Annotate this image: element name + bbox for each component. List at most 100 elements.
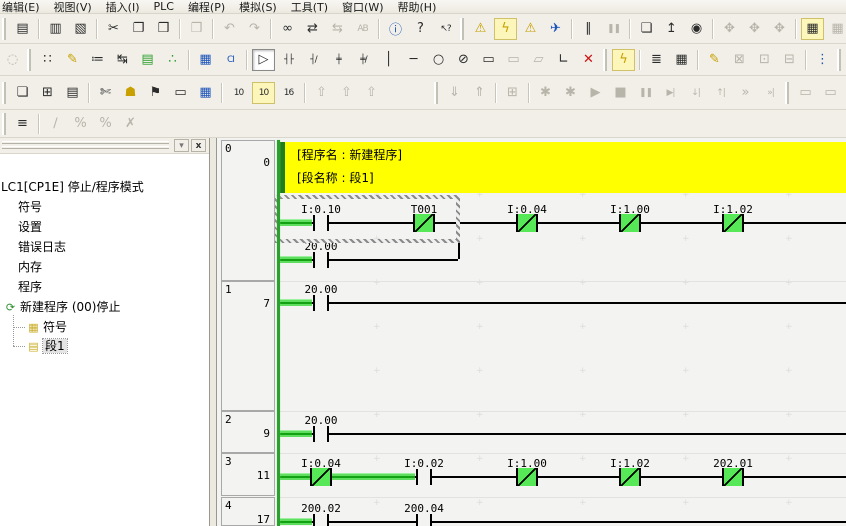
hex-16-icon[interactable]: 16 — [277, 82, 300, 104]
contact-nc[interactable] — [619, 468, 641, 486]
watch-window-2-icon[interactable]: ▦ — [826, 18, 846, 40]
decimal-10-icon[interactable]: 10 — [227, 82, 250, 104]
file-compare-icon[interactable]: ◉ — [685, 18, 708, 40]
contact-nc[interactable] — [722, 214, 744, 232]
online-edit-close-icon[interactable]: ⊟ — [778, 49, 801, 71]
contact-no[interactable] — [327, 252, 329, 268]
grid-icon[interactable]: ∷ — [36, 49, 59, 71]
instruction-immediate-icon[interactable]: ▱ — [527, 49, 550, 71]
section-flag-icon[interactable]: ⚑ — [144, 82, 167, 104]
view-tree-icon[interactable]: ∴ — [161, 49, 184, 71]
program-check-icon[interactable]: ⚠ — [519, 18, 542, 40]
line-delete-icon[interactable]: ✕ — [577, 49, 600, 71]
about-icon[interactable]: ⓘ — [384, 18, 407, 40]
program-view-icon[interactable]: ❏ — [635, 18, 658, 40]
tree-item-7[interactable]: ▦符号 — [26, 319, 67, 335]
menu-item-7[interactable]: 窗口(W) — [335, 0, 390, 14]
tree-item-2[interactable]: 设置 — [18, 219, 42, 235]
window-cascade-icon[interactable]: ❏ — [11, 82, 34, 104]
watch-window-1-icon[interactable]: ▦ — [801, 18, 824, 40]
horizontal-line-icon[interactable]: ─ — [402, 49, 425, 71]
differential-trace-icon[interactable]: ϟ — [612, 49, 635, 71]
symbol-table-icon[interactable]: ▦ — [194, 49, 217, 71]
sim-hand-1-icon[interactable]: ✱ — [534, 82, 557, 104]
print-preview-icon[interactable]: ▧ — [69, 18, 92, 40]
transfer-up-icon[interactable]: ⇑ — [468, 82, 491, 104]
contact-no[interactable] — [416, 469, 418, 485]
online-edit-begin-icon[interactable]: ✥ — [718, 18, 741, 40]
tree-item-6[interactable]: ⟳新建程序 (00)停止 — [3, 299, 120, 315]
sim-fast-icon[interactable]: » — [734, 82, 757, 104]
menu-item-8[interactable]: 帮助(H) — [391, 0, 444, 14]
io-memory-icon[interactable]: ☗ — [119, 82, 142, 104]
find-icon[interactable]: ∞ — [276, 18, 299, 40]
redo-icon[interactable]: ↷ — [243, 18, 266, 40]
vertical-line-icon[interactable]: │ — [377, 49, 400, 71]
contact-no[interactable] — [327, 295, 329, 311]
monitor-data-icon[interactable]: ▤ — [136, 49, 159, 71]
replace-all-icon[interactable]: AB — [351, 18, 374, 40]
rung-wrap-icon[interactable]: ↹ — [111, 49, 134, 71]
contact-no[interactable] — [416, 514, 418, 526]
select-tool-icon[interactable]: ▷ — [252, 49, 275, 71]
online-edit-ok-icon[interactable]: ⊡ — [753, 49, 776, 71]
cut-icon[interactable]: ✂ — [102, 18, 125, 40]
contact-nc[interactable] — [310, 468, 332, 486]
sim-pause-icon[interactable]: ❚❚ — [634, 82, 657, 104]
io-comment-icon[interactable]: CI — [219, 49, 242, 71]
rung-comment-icon[interactable]: ≔ — [86, 49, 109, 71]
contact-nc-icon[interactable]: ┤/ — [302, 49, 325, 71]
paste-icon[interactable]: ❒ — [152, 18, 175, 40]
undo-icon[interactable]: ↶ — [218, 18, 241, 40]
workspace-titlebar[interactable]: ▾ x — [0, 138, 209, 154]
zoom-icon[interactable]: ◌ — [1, 49, 24, 71]
diff-set-icon[interactable]: % — [94, 113, 117, 135]
online-edit-cancel-icon[interactable]: ✥ — [768, 18, 791, 40]
address-reference-icon[interactable]: ⋮ — [811, 49, 834, 71]
tree-item-3[interactable]: 错误日志 — [18, 239, 66, 255]
menu-item-1[interactable]: 视图(V) — [47, 0, 99, 14]
open-project-icon[interactable]: ▤ — [11, 18, 34, 40]
tree-item-5[interactable]: 程序 — [18, 279, 42, 295]
data-trace-icon[interactable]: ≣ — [645, 49, 668, 71]
sim-monitor-2-icon[interactable]: ▭ — [819, 82, 842, 104]
menu-item-5[interactable]: 模拟(S) — [232, 0, 284, 14]
monitor-update-3-icon[interactable]: ⇧ — [360, 82, 383, 104]
contact-no[interactable] — [313, 295, 315, 311]
transfer-plc-icon[interactable]: ✈ — [544, 18, 567, 40]
rung-margin-1[interactable]: 17 — [221, 281, 275, 411]
contact-nc[interactable] — [516, 468, 538, 486]
sim-hand-2-icon[interactable]: ✱ — [559, 82, 582, 104]
monitor-update-1-icon[interactable]: ⇧ — [310, 82, 333, 104]
monitor-pause-icon[interactable]: ∥ — [577, 18, 600, 40]
online-edit-send-icon[interactable]: ✥ — [743, 18, 766, 40]
copy-icon[interactable]: ❐ — [127, 18, 150, 40]
line-connect-icon[interactable]: ∟ — [552, 49, 575, 71]
monitor-update-2-icon[interactable]: ⇧ — [335, 82, 358, 104]
contact-no[interactable] — [327, 426, 329, 442]
replace-next-icon[interactable]: ⇆ — [326, 18, 349, 40]
file-transfer-icon[interactable]: ↥ — [660, 18, 683, 40]
compile-icon[interactable]: ⚠ — [469, 18, 492, 40]
menu-item-2[interactable]: 插入(I) — [99, 0, 147, 14]
sim-step-out-icon[interactable]: ↑| — [709, 82, 732, 104]
print-icon[interactable]: ▥ — [44, 18, 67, 40]
contact-nc[interactable] — [722, 468, 744, 486]
instruction-inverted-icon[interactable]: ▭ — [502, 49, 525, 71]
rung-margin-3[interactable]: 311 — [221, 453, 275, 496]
workspace-close-button[interactable]: x — [191, 139, 206, 152]
sim-stop-icon[interactable]: ■ — [609, 82, 632, 104]
memory-view-icon[interactable]: ▦ — [194, 82, 217, 104]
online-edit-go-icon[interactable]: ⊠ — [728, 49, 751, 71]
contact-no-icon[interactable]: ┤├ — [277, 49, 300, 71]
cross-reference-list-icon[interactable]: ≡ — [11, 113, 34, 135]
contact-no[interactable] — [313, 426, 315, 442]
tree-item-8[interactable]: ▤段1 — [26, 338, 67, 354]
time-chart-icon[interactable]: ▦ — [670, 49, 693, 71]
rung-margin-2[interactable]: 29 — [221, 411, 275, 453]
compare-plc-icon[interactable]: ⊞ — [501, 82, 524, 104]
contact-no[interactable] — [313, 514, 315, 526]
menu-item-0[interactable]: 编辑(E) — [0, 0, 47, 14]
tree-item-1[interactable]: 符号 — [18, 199, 42, 215]
window-new-icon[interactable]: ⊞ — [36, 82, 59, 104]
